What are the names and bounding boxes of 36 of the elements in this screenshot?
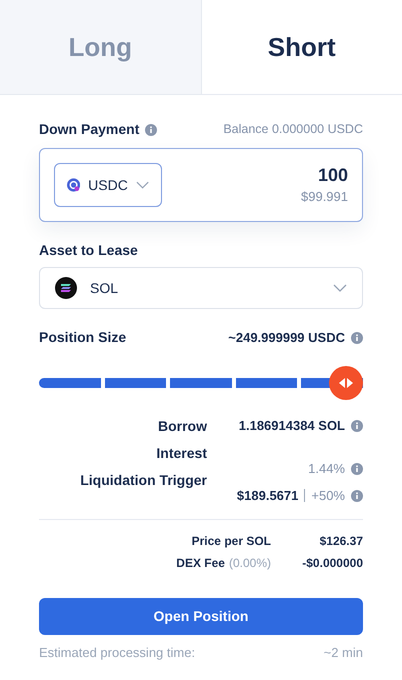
info-icon[interactable] [351, 420, 363, 432]
coin-icon [67, 178, 80, 192]
usd-value: $99.991 [301, 188, 348, 206]
position-size-value: ~249.999999 USDC [228, 328, 345, 347]
field-label: Position Size [39, 328, 126, 347]
fee-value: -$0.000000 [301, 555, 363, 572]
coin-icon [55, 277, 77, 299]
detail-value: $189.5671 [236, 487, 298, 505]
amount-value: 100 [318, 164, 348, 186]
fee-value: $126.37 [318, 533, 363, 550]
currency-select[interactable]: USDC [54, 163, 162, 207]
fee-label: Price per SOL [192, 533, 271, 550]
detail-value: 1.186914384 SOL [238, 417, 345, 435]
asset-select[interactable]: SOL [39, 267, 363, 309]
open-position-button[interactable]: Open Position [39, 598, 363, 635]
detail-label: Liquidation Trigger [79, 471, 207, 490]
detail-label: Borrow [157, 417, 207, 436]
position-slider[interactable] [39, 366, 363, 400]
fee-note: (0.00%) [228, 555, 271, 572]
detail-label: Interest [155, 444, 207, 463]
info-icon[interactable] [351, 490, 363, 502]
info-icon[interactable] [351, 332, 363, 344]
slider-thumb[interactable] [329, 366, 363, 400]
detail-value: 1.44% [308, 460, 345, 478]
fee-label: DEX Fee [176, 555, 225, 572]
amount-field[interactable]: USDC 100 $99.991 [39, 148, 363, 222]
field-label: Down Payment [39, 120, 140, 139]
balance-text: Balance 0.000000 USDC [223, 121, 363, 138]
estimate-label: Estimated processing time: [39, 644, 196, 662]
estimate-value: ~2 min [324, 644, 363, 662]
field-label: Asset to Lease [39, 241, 139, 260]
info-icon[interactable] [145, 124, 158, 136]
info-icon[interactable] [351, 462, 363, 475]
detail-percent: +50% [311, 487, 345, 505]
chevron-down-icon [136, 181, 149, 189]
chevron-down-icon [333, 284, 347, 292]
